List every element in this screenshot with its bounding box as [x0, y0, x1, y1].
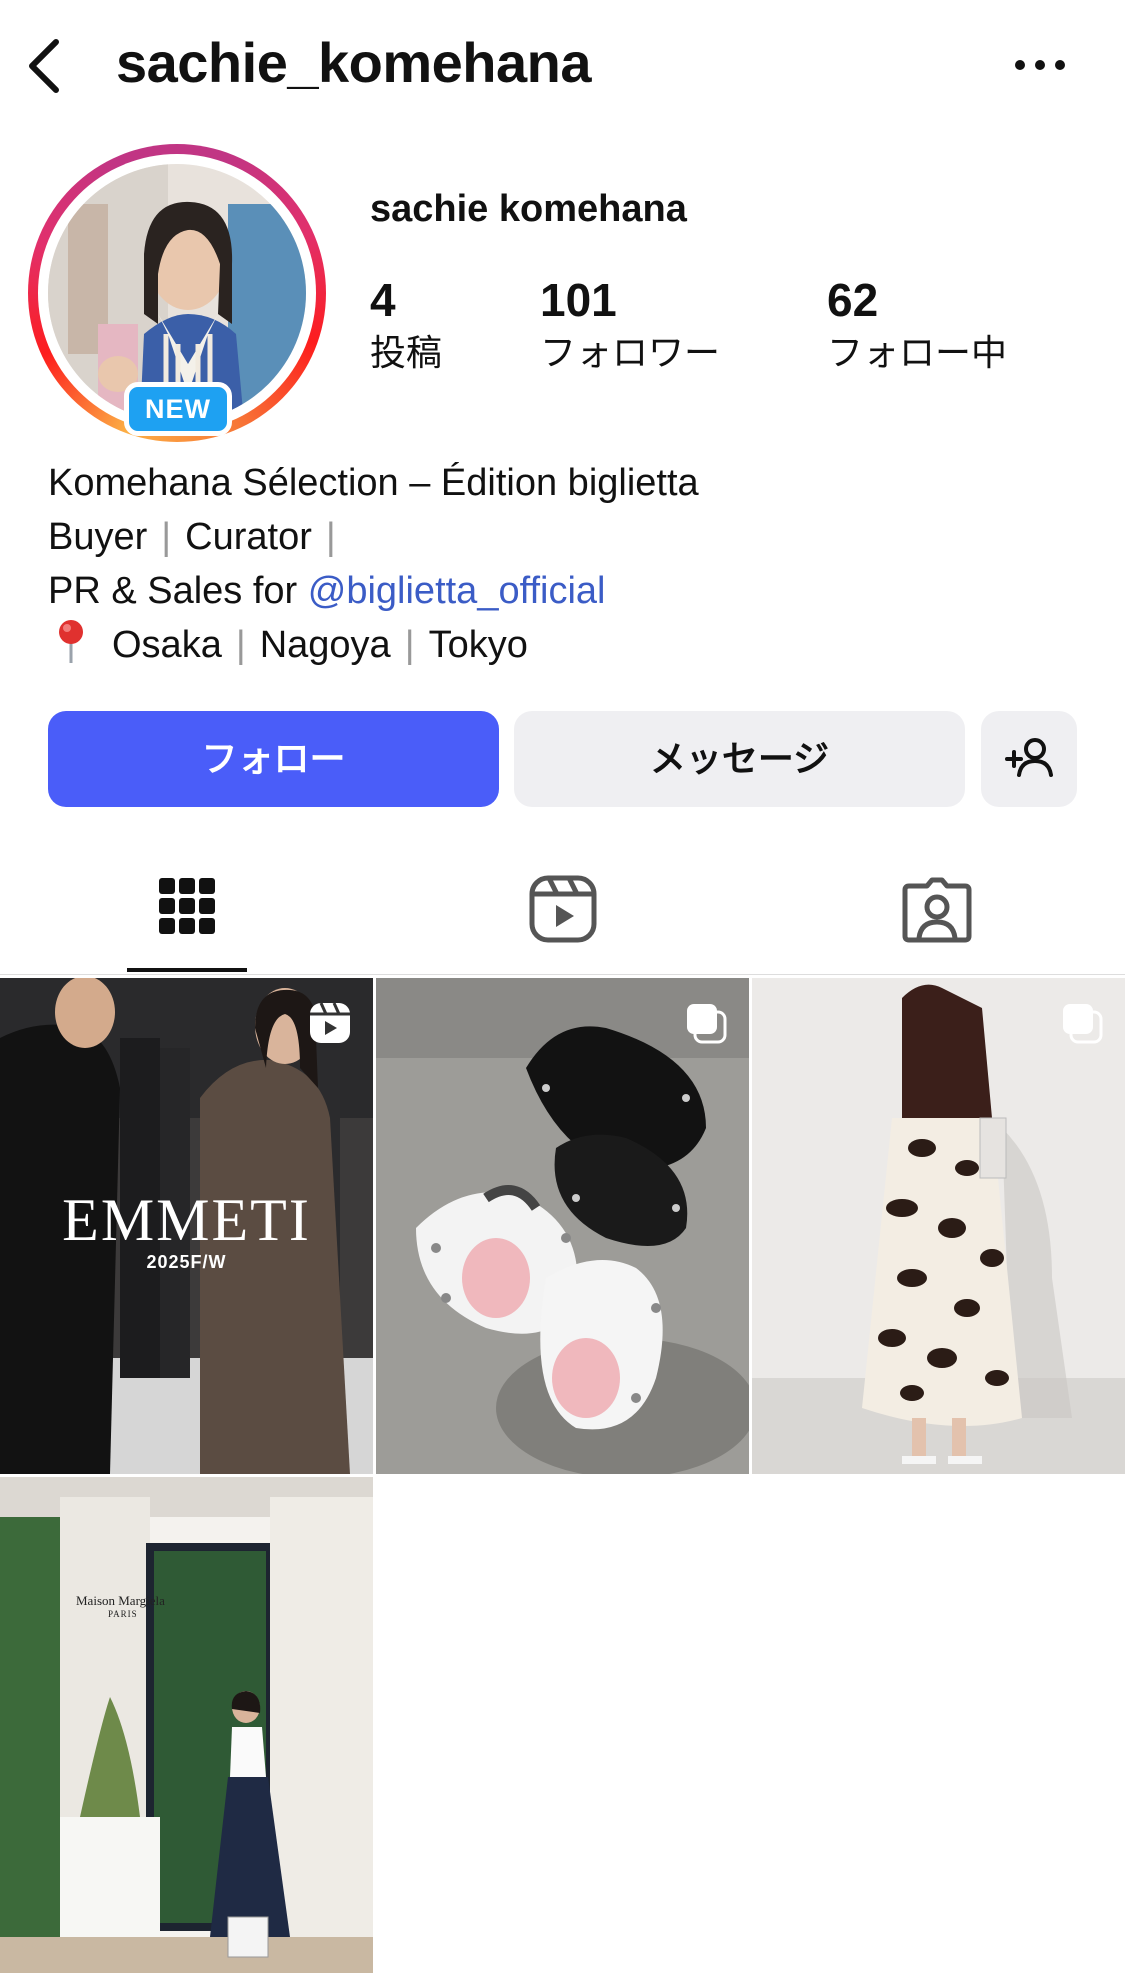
store-sign-subtext: PARIS: [108, 1609, 138, 1619]
bio-separator: |: [325, 516, 336, 558]
bio-line: Buyer | Curator |: [48, 510, 699, 564]
location-pin-icon: [59, 620, 83, 663]
tab-reels[interactable]: [513, 860, 613, 960]
stat-label: フォロワー: [540, 332, 721, 373]
carousel-icon: [687, 1004, 727, 1044]
carousel-icon: [1063, 1004, 1103, 1044]
post-thumbnail[interactable]: [752, 978, 1125, 1474]
bio-location: Osaka: [112, 624, 222, 666]
suggested-accounts-button[interactable]: [981, 711, 1077, 807]
stat-posts: 4 投稿: [370, 272, 442, 378]
stat-following[interactable]: 62 フォロー中: [827, 272, 1007, 378]
post-image: [0, 1477, 373, 1973]
bio-line: PR & Sales for @biglietta_official: [48, 564, 699, 618]
new-badge: NEW: [124, 382, 232, 436]
bio-separator: |: [235, 624, 246, 666]
post-thumbnail[interactable]: Maison Margiela PARIS: [0, 1477, 373, 1973]
reels-icon: [310, 1002, 350, 1043]
chevron-left-icon[interactable]: [22, 34, 70, 98]
bio-text: Curator: [185, 516, 312, 558]
more-horizontal-icon[interactable]: [1010, 50, 1070, 80]
bio-line: Komehana Sélection – Édition biglietta: [48, 462, 699, 504]
post-image: [376, 978, 749, 1474]
bio-separator: |: [404, 624, 415, 666]
post-image: [752, 978, 1125, 1474]
profile-username: sachie_komehana: [116, 31, 591, 94]
post-thumbnail[interactable]: EMMETI 2025F/W: [0, 978, 373, 1474]
top-bar: sachie_komehana: [0, 0, 1125, 130]
post-overlay-title: EMMETI: [62, 1187, 311, 1253]
tagged-icon: [902, 877, 972, 943]
post-thumbnail[interactable]: [376, 978, 749, 1474]
tab-tagged[interactable]: [887, 860, 987, 960]
post-overlay-subtitle: 2025F/W: [146, 1252, 227, 1272]
add-person-icon: [1005, 738, 1053, 777]
bio-line: Osaka | Nagoya | Tokyo: [48, 618, 699, 672]
tab-divider: [0, 974, 1125, 975]
stat-value: 4: [370, 274, 396, 326]
profile-bio: Komehana Sélection – Édition biglietta B…: [48, 456, 699, 672]
follow-button[interactable]: フォロー: [48, 711, 499, 807]
profile-full-name: sachie komehana: [370, 188, 687, 230]
stat-label: 投稿: [370, 332, 443, 373]
stat-label: フォロー中: [827, 332, 1008, 373]
bio-location: Nagoya: [259, 624, 391, 666]
tab-posts-grid[interactable]: [137, 860, 237, 960]
bio-mention-link[interactable]: @biglietta_official: [308, 570, 606, 612]
store-sign-text: Maison Margiela: [76, 1593, 165, 1608]
active-tab-indicator: [127, 968, 247, 972]
bio-separator: |: [161, 516, 172, 558]
bio-location: Tokyo: [428, 624, 528, 666]
reels-icon: [529, 875, 597, 943]
stat-value: 62: [827, 274, 879, 326]
stat-followers[interactable]: 101 フォロワー: [540, 272, 720, 378]
grid-icon: [159, 878, 215, 934]
stat-value: 101: [540, 274, 617, 326]
bio-text: PR & Sales for: [48, 570, 308, 612]
message-button[interactable]: メッセージ: [514, 711, 965, 807]
bio-text: Buyer: [48, 516, 148, 558]
